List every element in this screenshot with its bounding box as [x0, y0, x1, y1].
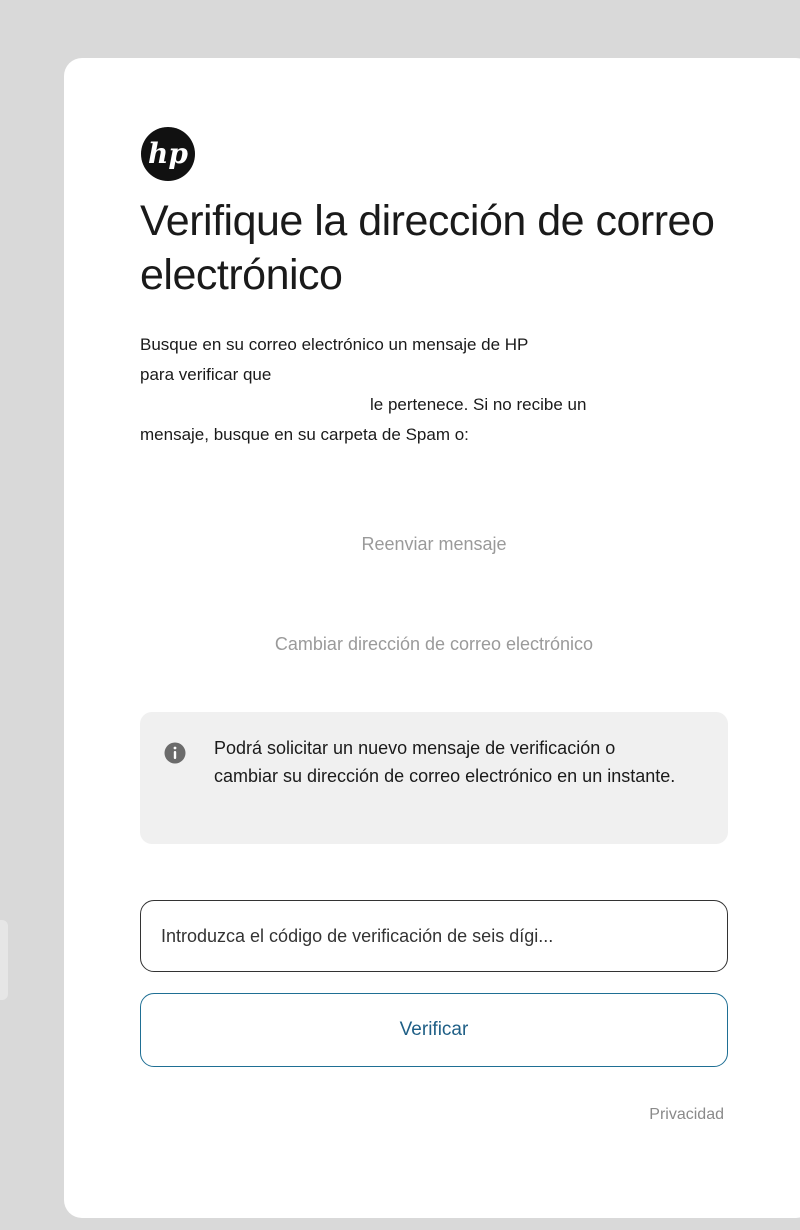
instructions-line-1: Busque en su correo electrónico un mensa…: [140, 335, 529, 354]
instructions-line-2: para verificar que: [140, 365, 272, 384]
instructions-line-4: mensaje, busque en su carpeta de Spam o:: [140, 425, 469, 444]
verification-code-input[interactable]: [140, 900, 728, 972]
instructions-line-3: le pertenece. Si no recibe un: [370, 395, 587, 414]
change-email-link[interactable]: Cambiar dirección de correo electrónico: [140, 632, 728, 656]
verification-instructions: Busque en su correo electrónico un mensa…: [140, 330, 750, 450]
hp-logo-icon: hp: [140, 126, 196, 182]
info-icon: [164, 742, 186, 764]
page-background: { "brand": { "logo_icon": "hp-logo-icon"…: [0, 0, 800, 1230]
page-title: Verifique la dirección de correo electró…: [140, 197, 715, 299]
info-notice: Podrá solicitar un nuevo mensaje de veri…: [140, 712, 728, 844]
privacy-link[interactable]: Privacidad: [649, 1106, 724, 1124]
verification-card: hp Verifique la dirección de correo elec…: [64, 58, 800, 1218]
background-panel-edge: [0, 920, 8, 1000]
info-notice-text: Podrá solicitar un nuevo mensaje de veri…: [214, 738, 676, 786]
verify-button[interactable]: Verificar: [140, 993, 728, 1067]
svg-text:hp: hp: [148, 137, 188, 170]
resend-message-link[interactable]: Reenviar mensaje: [140, 532, 728, 556]
